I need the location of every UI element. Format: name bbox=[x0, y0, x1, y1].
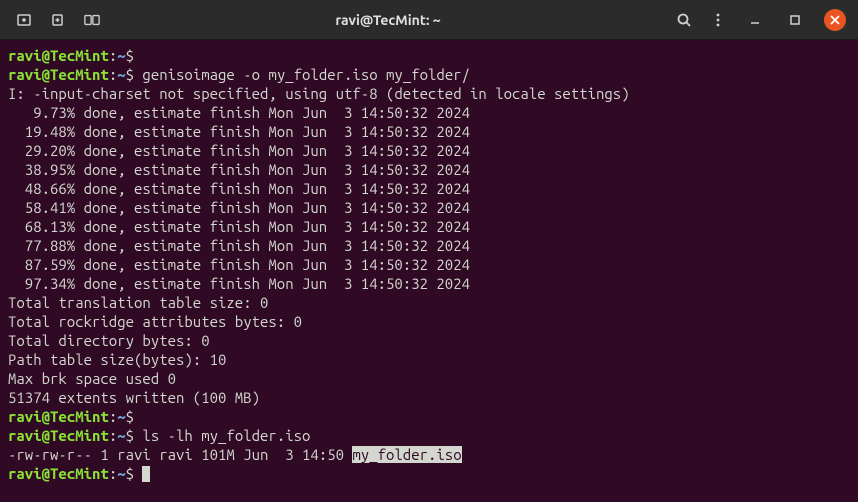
titlebar-right-controls bbox=[676, 9, 850, 31]
terminal-area[interactable]: ravi@TecMint:~$ ravi@TecMint:~$ genisoim… bbox=[0, 40, 858, 502]
cursor bbox=[142, 466, 150, 482]
prompt-line: ravi@TecMint:~$ bbox=[8, 46, 850, 65]
command-text: ls -lh my_folder.iso bbox=[134, 427, 310, 444]
minimize-button[interactable] bbox=[744, 9, 766, 31]
search-icon[interactable] bbox=[676, 12, 692, 28]
window-title: ravi@TecMint: ~ bbox=[100, 12, 676, 28]
close-button[interactable] bbox=[824, 9, 846, 31]
new-window-icon[interactable] bbox=[50, 12, 66, 28]
output-line: 38.95% done, estimate finish Mon Jun 3 1… bbox=[8, 160, 850, 179]
split-window-icon[interactable] bbox=[84, 12, 100, 28]
output-line: Total translation table size: 0 bbox=[8, 293, 850, 312]
prompt-line: ravi@TecMint:~$ bbox=[8, 464, 850, 483]
prompt-path: ~ bbox=[117, 47, 125, 64]
titlebar-left-controls bbox=[8, 12, 100, 28]
output-line: 29.20% done, estimate finish Mon Jun 3 1… bbox=[8, 141, 850, 160]
ls-output-prefix: -rw-rw-r-- 1 ravi ravi 101M Jun 3 14:50 bbox=[8, 446, 352, 463]
output-line: Total rockridge attributes bytes: 0 bbox=[8, 312, 850, 331]
output-line: 97.34% done, estimate finish Mon Jun 3 1… bbox=[8, 274, 850, 293]
output-line: Max brk space used 0 bbox=[8, 369, 850, 388]
menu-icon[interactable] bbox=[710, 12, 726, 28]
output-line: I: -input-charset not specified, using u… bbox=[8, 84, 850, 103]
output-line: 51374 extents written (100 MB) bbox=[8, 388, 850, 407]
ls-output-filename: my_folder.iso bbox=[352, 446, 461, 463]
output-line: 9.73% done, estimate finish Mon Jun 3 14… bbox=[8, 103, 850, 122]
output-line: Total directory bytes: 0 bbox=[8, 331, 850, 350]
prompt-line: ravi@TecMint:~$ genisoimage -o my_folder… bbox=[8, 65, 850, 84]
new-tab-icon[interactable] bbox=[16, 12, 32, 28]
output-line: 19.48% done, estimate finish Mon Jun 3 1… bbox=[8, 122, 850, 141]
prompt-line: ravi@TecMint:~$ ls -lh my_folder.iso bbox=[8, 426, 850, 445]
output-line: 58.41% done, estimate finish Mon Jun 3 1… bbox=[8, 198, 850, 217]
output-line: 87.59% done, estimate finish Mon Jun 3 1… bbox=[8, 255, 850, 274]
output-line: 77.88% done, estimate finish Mon Jun 3 1… bbox=[8, 236, 850, 255]
command-text: genisoimage -o my_folder.iso my_folder/ bbox=[134, 66, 470, 83]
prompt-line: ravi@TecMint:~$ bbox=[8, 407, 850, 426]
output-line: Path table size(bytes): 10 bbox=[8, 350, 850, 369]
prompt-user: ravi@TecMint bbox=[8, 47, 109, 64]
output-line: 48.66% done, estimate finish Mon Jun 3 1… bbox=[8, 179, 850, 198]
maximize-button[interactable] bbox=[784, 9, 806, 31]
output-line: 68.13% done, estimate finish Mon Jun 3 1… bbox=[8, 217, 850, 236]
output-line: -rw-rw-r-- 1 ravi ravi 101M Jun 3 14:50 … bbox=[8, 445, 850, 464]
titlebar: ravi@TecMint: ~ bbox=[0, 0, 858, 40]
